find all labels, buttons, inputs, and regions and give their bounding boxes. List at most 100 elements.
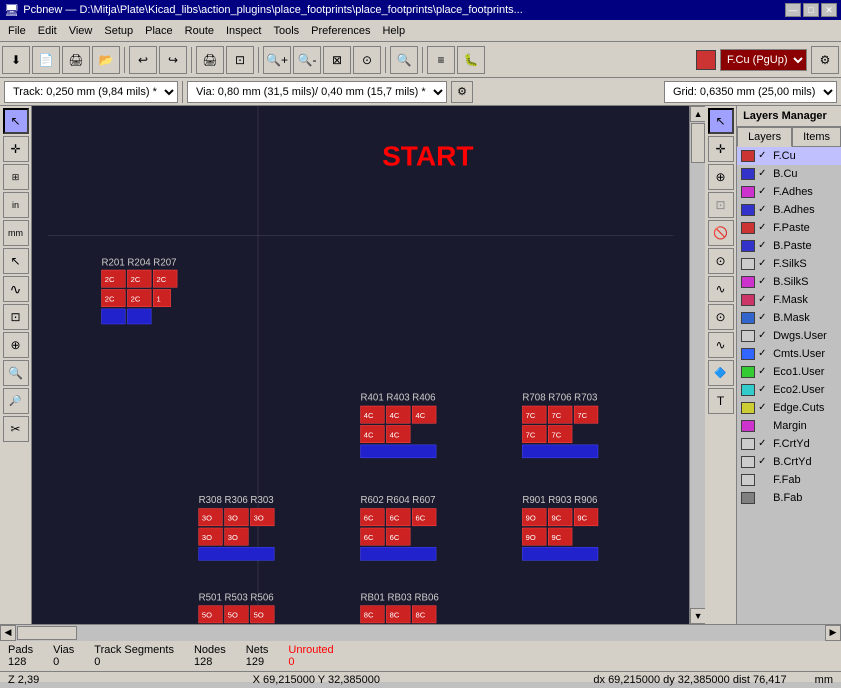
menu-help[interactable]: Help: [376, 23, 411, 39]
tool-measure[interactable]: ∿: [3, 276, 29, 302]
menu-route[interactable]: Route: [179, 23, 220, 39]
layer-checkbox[interactable]: ✓: [758, 384, 770, 396]
toolbar-zoom-out[interactable]: 🔍-: [293, 46, 321, 74]
layer-checkbox[interactable]: ✓: [758, 330, 770, 342]
layer-item-f-adhes[interactable]: ✓F.Adhes: [737, 183, 841, 201]
toolbar-print[interactable]: 🖨: [196, 46, 224, 74]
vertical-scrollbar[interactable]: ▲ ▼: [689, 106, 705, 624]
horizontal-scrollbar[interactable]: ◀ ▶: [0, 624, 841, 640]
scroll-down-button[interactable]: ▼: [690, 608, 705, 624]
track-settings-btn[interactable]: ⚙: [451, 81, 473, 103]
scroll-track[interactable]: [690, 122, 705, 608]
toolbar-btn-1[interactable]: ⬇: [2, 46, 30, 74]
rt-via[interactable]: ⊙: [708, 248, 734, 274]
tool-grid[interactable]: ⊞: [3, 164, 29, 190]
layer-selector[interactable]: F.Cu (PgUp) B.Cu: [720, 49, 807, 71]
toolbar-zoom-area[interactable]: ⊠: [323, 46, 351, 74]
minimize-button[interactable]: —: [785, 3, 801, 17]
scroll-up-button[interactable]: ▲: [690, 106, 705, 122]
h-scroll-track[interactable]: [16, 625, 825, 641]
tool-select[interactable]: ↖: [3, 108, 29, 134]
layer-checkbox[interactable]: ✓: [758, 294, 770, 306]
rt-select[interactable]: ↖: [708, 108, 734, 134]
layer-item-f-crtyd[interactable]: ✓F.CrtYd: [737, 435, 841, 453]
layer-item-eco2-user[interactable]: ✓Eco2.User: [737, 381, 841, 399]
layer-item-b-paste[interactable]: ✓B.Paste: [737, 237, 841, 255]
layer-item-cmts-user[interactable]: ✓Cmts.User: [737, 345, 841, 363]
toolbar-redo[interactable]: ↪: [159, 46, 187, 74]
layer-item-b-mask[interactable]: ✓B.Mask: [737, 309, 841, 327]
layer-item-b-cu[interactable]: ✓B.Cu: [737, 165, 841, 183]
layer-item-f-silks[interactable]: ✓F.SilkS: [737, 255, 841, 273]
layer-item-dwgs-user[interactable]: ✓Dwgs.User: [737, 327, 841, 345]
menu-setup[interactable]: Setup: [98, 23, 139, 39]
grid-selector[interactable]: Grid: 0,6350 mm (25,00 mils): [664, 81, 837, 103]
layer-item-margin[interactable]: Margin: [737, 417, 841, 435]
layer-item-b-adhes[interactable]: ✓B.Adhes: [737, 201, 841, 219]
layer-checkbox[interactable]: ✓: [758, 312, 770, 324]
tool-inch[interactable]: in: [3, 192, 29, 218]
menu-place[interactable]: Place: [139, 23, 179, 39]
scroll-right-button[interactable]: ▶: [825, 625, 841, 641]
pcb-canvas-area[interactable]: START R201 R204 R207 2C 2C 2C 2C 2C 1: [32, 106, 689, 624]
menu-preferences[interactable]: Preferences: [305, 23, 376, 39]
rt-copper[interactable]: ⊡: [708, 192, 734, 218]
menu-view[interactable]: View: [63, 23, 99, 39]
layer-checkbox[interactable]: [758, 492, 770, 504]
rt-curve[interactable]: ∿: [708, 332, 734, 358]
layer-checkbox[interactable]: ✓: [758, 240, 770, 252]
layer-item-f-paste[interactable]: ✓F.Paste: [737, 219, 841, 237]
layer-checkbox[interactable]: ✓: [758, 456, 770, 468]
tool-cut[interactable]: ✂: [3, 416, 29, 442]
layer-checkbox[interactable]: ✓: [758, 186, 770, 198]
tool-zoom-out[interactable]: 🔎: [3, 388, 29, 414]
menu-file[interactable]: File: [2, 23, 32, 39]
layer-item-f-cu[interactable]: ✓F.Cu: [737, 147, 841, 165]
rt-ratsnest[interactable]: ⊕: [708, 164, 734, 190]
layer-checkbox[interactable]: ✓: [758, 150, 770, 162]
h-scroll-thumb[interactable]: [17, 626, 77, 640]
layer-item-f-fab[interactable]: F.Fab: [737, 471, 841, 489]
rt-arc[interactable]: ∿: [708, 276, 734, 302]
tool-cursor[interactable]: ↖: [3, 248, 29, 274]
toolbar-zoom-in[interactable]: 🔍+: [263, 46, 291, 74]
layer-checkbox[interactable]: [758, 420, 770, 432]
toolbar-btn-4[interactable]: 📂: [92, 46, 120, 74]
toolbar-zoom-fit[interactable]: ⊡: [226, 46, 254, 74]
rt-poly[interactable]: 🔷: [708, 360, 734, 386]
layer-checkbox[interactable]: ✓: [758, 258, 770, 270]
layer-settings[interactable]: ⚙: [811, 46, 839, 74]
toolbar-bug[interactable]: 🐛: [457, 46, 485, 74]
layer-checkbox[interactable]: ✓: [758, 366, 770, 378]
maximize-button[interactable]: □: [803, 3, 819, 17]
tool-drc[interactable]: ⊕: [3, 332, 29, 358]
toolbar-search[interactable]: 🔍: [390, 46, 418, 74]
layer-item-edge-cuts[interactable]: ✓Edge.Cuts: [737, 399, 841, 417]
layer-item-eco1-user[interactable]: ✓Eco1.User: [737, 363, 841, 381]
layer-checkbox[interactable]: ✓: [758, 402, 770, 414]
toolbar-btn-2[interactable]: 📄: [32, 46, 60, 74]
layer-checkbox[interactable]: ✓: [758, 348, 770, 360]
tab-layers[interactable]: Layers: [737, 127, 792, 147]
menu-edit[interactable]: Edit: [32, 23, 63, 39]
layer-item-b-silks[interactable]: ✓B.SilkS: [737, 273, 841, 291]
track-width-selector[interactable]: Track: 0,250 mm (9,84 mils) *: [4, 81, 178, 103]
tool-local-ratsnest[interactable]: ✛: [3, 136, 29, 162]
layer-item-f-mask[interactable]: ✓F.Mask: [737, 291, 841, 309]
layer-item-b-crtyd[interactable]: ✓B.CrtYd: [737, 453, 841, 471]
rt-add-pad[interactable]: ✛: [708, 136, 734, 162]
menu-tools[interactable]: Tools: [267, 23, 305, 39]
toolbar-undo[interactable]: ↩: [129, 46, 157, 74]
layer-checkbox[interactable]: ✓: [758, 222, 770, 234]
scroll-left-button[interactable]: ◀: [0, 625, 16, 641]
menu-inspect[interactable]: Inspect: [220, 23, 267, 39]
layer-checkbox[interactable]: ✓: [758, 276, 770, 288]
toolbar-zoom-auto[interactable]: ⊙: [353, 46, 381, 74]
tool-pad[interactable]: ⊡: [3, 304, 29, 330]
via-size-selector[interactable]: Via: 0,80 mm (31,5 mils)/ 0,40 mm (15,7 …: [187, 81, 447, 103]
toolbar-netlist[interactable]: ≡: [427, 46, 455, 74]
tool-zoom-in[interactable]: 🔍: [3, 360, 29, 386]
rt-text[interactable]: T: [708, 388, 734, 414]
layer-item-b-fab[interactable]: B.Fab: [737, 489, 841, 507]
layer-checkbox[interactable]: [758, 474, 770, 486]
